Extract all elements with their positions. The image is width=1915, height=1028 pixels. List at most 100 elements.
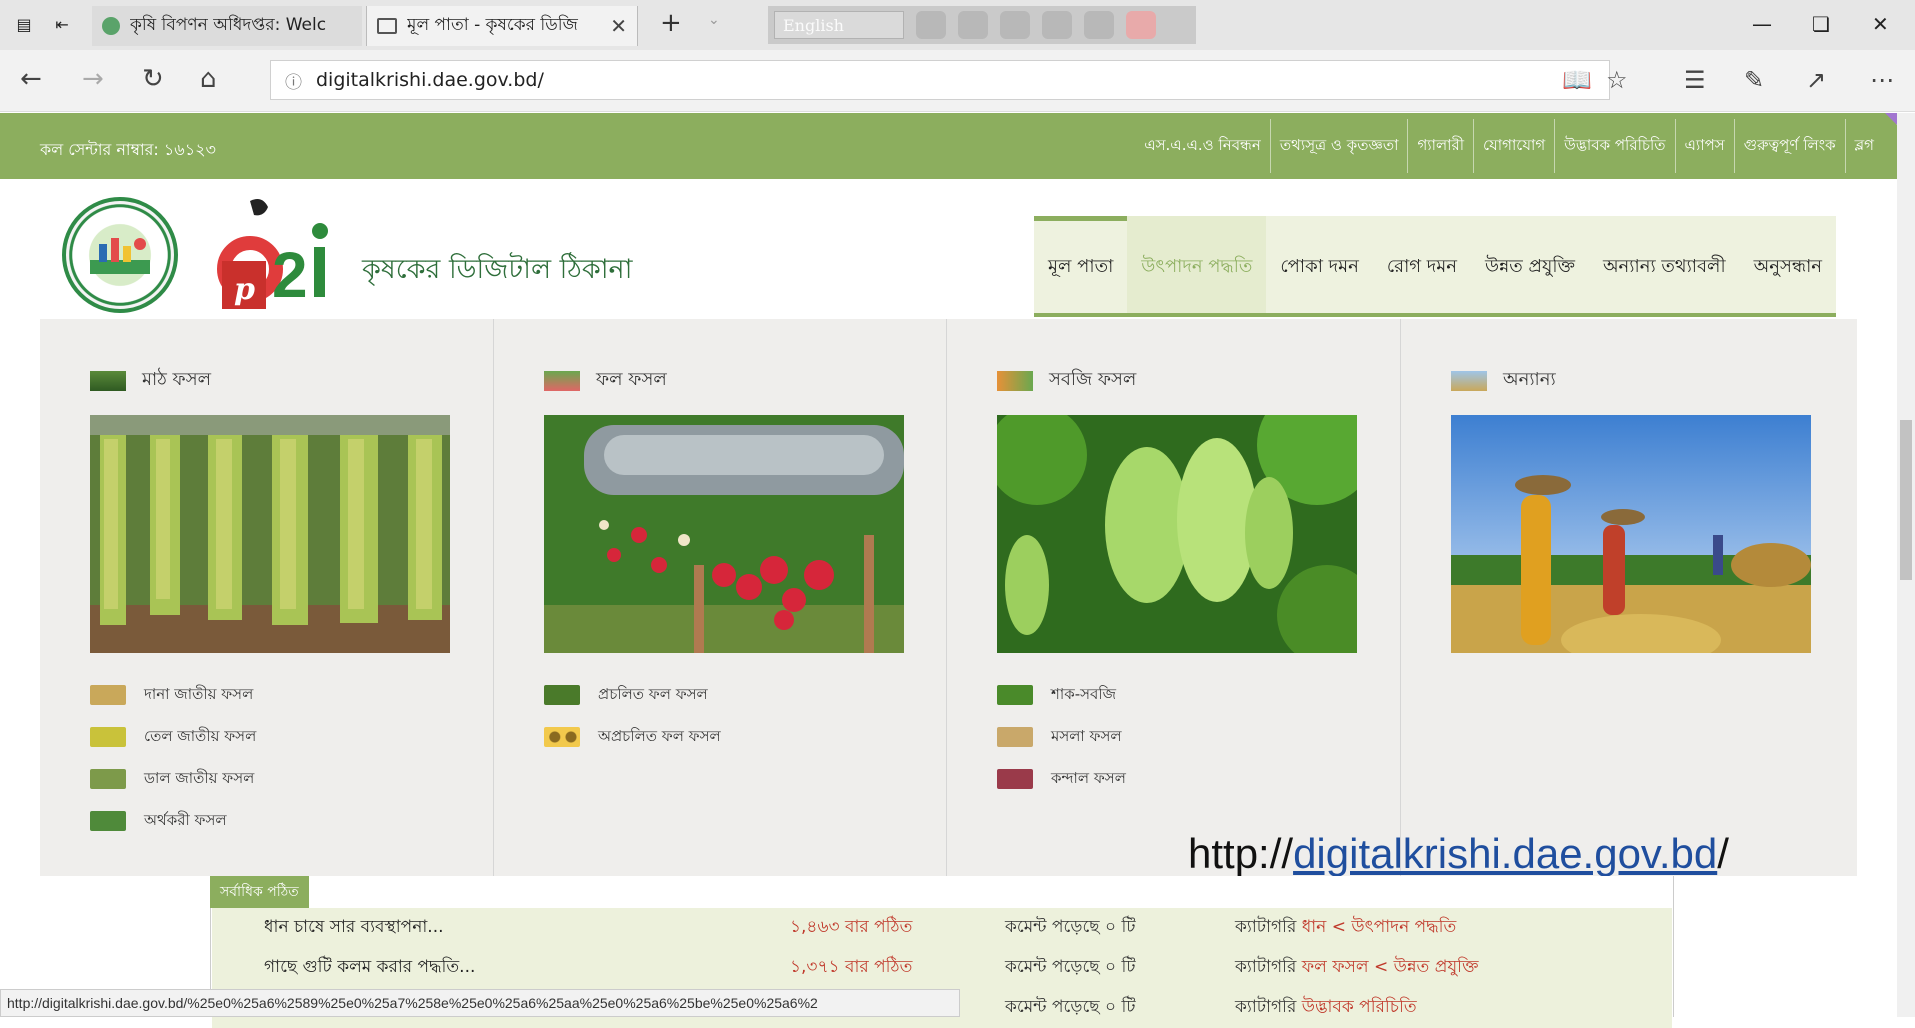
mega-heading-field-crops[interactable]: মাঠ ফসল xyxy=(90,365,211,396)
topnav-innovators[interactable]: উদ্ভাবক পরিচিতি xyxy=(1554,119,1674,173)
refresh-icon[interactable]: ↻ xyxy=(142,64,164,94)
list-item-spice-crops[interactable]: মসলা ফসল xyxy=(997,716,1126,758)
list-item-cash-crops[interactable]: অর্থকরী ফসল xyxy=(90,800,256,842)
toolbar-hand-icon[interactable] xyxy=(958,11,988,39)
a2i-logo[interactable]: p 2 xyxy=(210,191,350,311)
category-cell: ক্যাটাগরি ধান < উৎপাদন পদ্ধতি xyxy=(1235,914,1456,942)
nav-pest-control[interactable]: পোকা দমন xyxy=(1266,216,1372,313)
mega-heading-fruit-crops[interactable]: ফল ফসল xyxy=(544,365,667,396)
forward-arrow-icon[interactable]: → xyxy=(82,64,104,94)
list-item-uncommon-fruits[interactable]: অপ্রচলিত ফল ফসল xyxy=(544,716,721,758)
list-item-label: অপ্রচলিত ফল ফসল xyxy=(598,726,721,745)
vegetable-crops-image[interactable] xyxy=(997,415,1357,653)
common-fruit-thumb-icon xyxy=(544,685,580,705)
uncommon-fruit-thumb-icon xyxy=(544,727,580,747)
most-read-tab[interactable]: সর্বাধিক পঠিত xyxy=(210,876,309,908)
main-navigation: মূল পাতা উৎপাদন পদ্ধতি পোকা দমন রোগ দমন … xyxy=(1034,216,1837,317)
tab-list-icon[interactable]: ▤ xyxy=(10,10,38,38)
toolbar-close-icon[interactable] xyxy=(1126,11,1156,39)
nav-other-info[interactable]: অন্যান্য তথ্যাবলী xyxy=(1589,216,1740,313)
url-text: digitalkrishi.dae.gov.bd/ xyxy=(316,69,544,91)
share-icon[interactable]: ↗ xyxy=(1806,66,1826,94)
list-item-oil-crops[interactable]: তেল জাতীয় ফসল xyxy=(90,716,256,758)
list-item-tuber-crops[interactable]: কন্দাল ফসল xyxy=(997,758,1126,800)
toolbar-swirl-icon[interactable] xyxy=(1000,11,1030,39)
production-method-mega-menu: মাঠ ফসল দানা জাতীয় ফসল তেল জাতীয় ফসল ড… xyxy=(40,319,1857,876)
browser-tab-krishi-biponon[interactable]: কৃষি বিপণন অধিদপ্তর: Welc xyxy=(92,6,362,46)
dae-seal-logo[interactable] xyxy=(62,197,178,313)
mega-heading-others[interactable]: অন্যান্য xyxy=(1451,365,1556,396)
mega-heading-vegetable-crops[interactable]: সবজি ফসল xyxy=(997,365,1136,396)
nav-disease-control[interactable]: রোগ দমন xyxy=(1373,216,1471,313)
topnav-saao-registration[interactable]: এস.এ.এ.ও নিবন্ধন xyxy=(1135,119,1270,173)
topnav-important-links[interactable]: গুরুত্বপূর্ণ লিংক xyxy=(1733,119,1845,173)
home-icon[interactable]: ⌂ xyxy=(200,64,217,94)
more-options-icon[interactable]: ⋯ xyxy=(1870,66,1894,94)
set-aside-tabs-icon[interactable]: ⇤ xyxy=(48,10,76,38)
category-label: ক্যাটাগরি xyxy=(1235,997,1297,1017)
table-row[interactable]: গাছে গুটি কলম করার পদ্ধতি... ১,৩৭১ বার প… xyxy=(212,948,1672,988)
close-window-icon[interactable]: ✕ xyxy=(1872,12,1889,36)
list-item-leafy-vegetables[interactable]: শাক-সবজি xyxy=(997,674,1126,716)
article-title[interactable]: গাছে গুটি কলম করার পদ্ধতি... xyxy=(212,954,790,982)
toolbar-globe-icon[interactable] xyxy=(1042,11,1072,39)
caption-suffix: / xyxy=(1717,830,1729,877)
topnav-gallery[interactable]: গ্যালারী xyxy=(1407,119,1473,173)
web-note-pen-icon[interactable]: ✎ xyxy=(1744,66,1764,94)
grain-thumb-icon xyxy=(90,685,126,705)
field-crops-image[interactable] xyxy=(90,415,450,653)
nav-production-method[interactable]: উৎপাদন পদ্ধতি xyxy=(1127,216,1267,313)
article-title[interactable]: ধান চাষে সার ব্যবস্থাপনা... xyxy=(212,914,790,942)
reading-view-icon[interactable]: 📖 xyxy=(1562,66,1592,94)
new-tab-button[interactable]: + xyxy=(660,8,682,38)
fruit-crops-image[interactable] xyxy=(544,415,904,653)
topnav-contact[interactable]: যোগাযোগ xyxy=(1473,119,1554,173)
favorites-hub-icon[interactable]: ☰ xyxy=(1684,66,1706,94)
svg-text:2: 2 xyxy=(272,239,308,311)
category-link[interactable]: ধান < উৎপাদন পদ্ধতি xyxy=(1302,917,1457,937)
toolbar-minimize-icon[interactable] xyxy=(916,11,946,39)
minimize-window-icon[interactable]: — xyxy=(1752,12,1772,36)
translator-toolbar: English xyxy=(768,6,1196,44)
favorite-star-icon[interactable]: ☆ xyxy=(1606,66,1628,94)
topnav-apps[interactable]: এ্যাপস xyxy=(1674,119,1734,173)
caption-prefix: http:// xyxy=(1188,830,1294,877)
close-tab-icon[interactable]: ✕ xyxy=(610,14,627,38)
toolbar-help-icon[interactable] xyxy=(1084,11,1114,39)
nav-home[interactable]: মূল পাতা xyxy=(1034,216,1128,313)
mega-column-field-crops: মাঠ ফসল দানা জাতীয় ফসল তেল জাতীয় ফসল ড… xyxy=(40,319,494,876)
category-label: ক্যাটাগরি xyxy=(1235,917,1297,937)
list-item-pulse-crops[interactable]: ডাল জাতীয় ফসল xyxy=(90,758,256,800)
tab-preview-chevron-icon[interactable]: ⌄ xyxy=(708,12,720,28)
browser-tab-bar: ▤ ⇤ কৃষি বিপণন অধিদপ্তর: Welc মূল পাতা -… xyxy=(0,0,1915,50)
table-row[interactable]: ধান চাষে সার ব্যবস্থাপনা... ১,৪৬৩ বার পঠ… xyxy=(212,908,1672,948)
browser-address-bar: ← → ↻ ⌂ ⓘ digitalkrishi.dae.gov.bd/ 📖 ☆ … xyxy=(0,50,1915,112)
top-navigation: এস.এ.এ.ও নিবন্ধন তথ্যসূত্র ও কৃতজ্ঞতা গ্… xyxy=(1135,113,1883,179)
pulse-thumb-icon xyxy=(90,769,126,789)
topnav-blog[interactable]: ব্লগ xyxy=(1844,119,1883,173)
category-link[interactable]: উদ্ভাবক পরিচিতি xyxy=(1302,997,1417,1017)
nav-advanced-technology[interactable]: উন্নত প্রযুক্তি xyxy=(1471,216,1589,313)
caption-link[interactable]: digitalkrishi.dae.gov.bd xyxy=(1293,830,1717,877)
scrollbar-thumb[interactable] xyxy=(1900,420,1912,580)
page-icon xyxy=(377,18,397,34)
site-url-caption: http://digitalkrishi.dae.gov.bd/ xyxy=(1188,830,1729,878)
brand-title[interactable]: কৃষকের ডিজিটাল ঠিকানা xyxy=(362,249,633,294)
mega-column-vegetable-crops: সবজি ফসল শাক-সবজি মসলা ফসল কন্দাল ফসল xyxy=(947,319,1401,876)
others-image[interactable] xyxy=(1451,415,1811,653)
site-info-icon[interactable]: ⓘ xyxy=(285,68,302,93)
restore-window-icon[interactable]: ❏ xyxy=(1812,12,1830,36)
list-item-grain-crops[interactable]: দানা জাতীয় ফসল xyxy=(90,674,256,716)
browser-tab-mul-pata[interactable]: মূল পাতা - কৃষকের ডিজি ✕ xyxy=(366,6,638,46)
fruit-crops-list: প্রচলিত ফল ফসল অপ্রচলিত ফল ফসল xyxy=(544,674,721,758)
spice-thumb-icon xyxy=(997,727,1033,747)
topnav-sources[interactable]: তথ্যসূত্র ও কৃতজ্ঞতা xyxy=(1269,119,1408,173)
url-input[interactable]: ⓘ digitalkrishi.dae.gov.bd/ xyxy=(270,60,1610,100)
svg-text:p: p xyxy=(234,272,255,307)
list-item-common-fruits[interactable]: প্রচলিত ফল ফসল xyxy=(544,674,721,716)
language-select[interactable]: English xyxy=(774,11,904,39)
back-arrow-icon[interactable]: ← xyxy=(20,64,42,94)
category-link[interactable]: ফল ফসল < উন্নত প্রযুক্তি xyxy=(1302,957,1479,977)
nav-search[interactable]: অনুসন্ধান xyxy=(1740,216,1836,313)
list-item-label: শাক-সবজি xyxy=(1051,684,1117,703)
